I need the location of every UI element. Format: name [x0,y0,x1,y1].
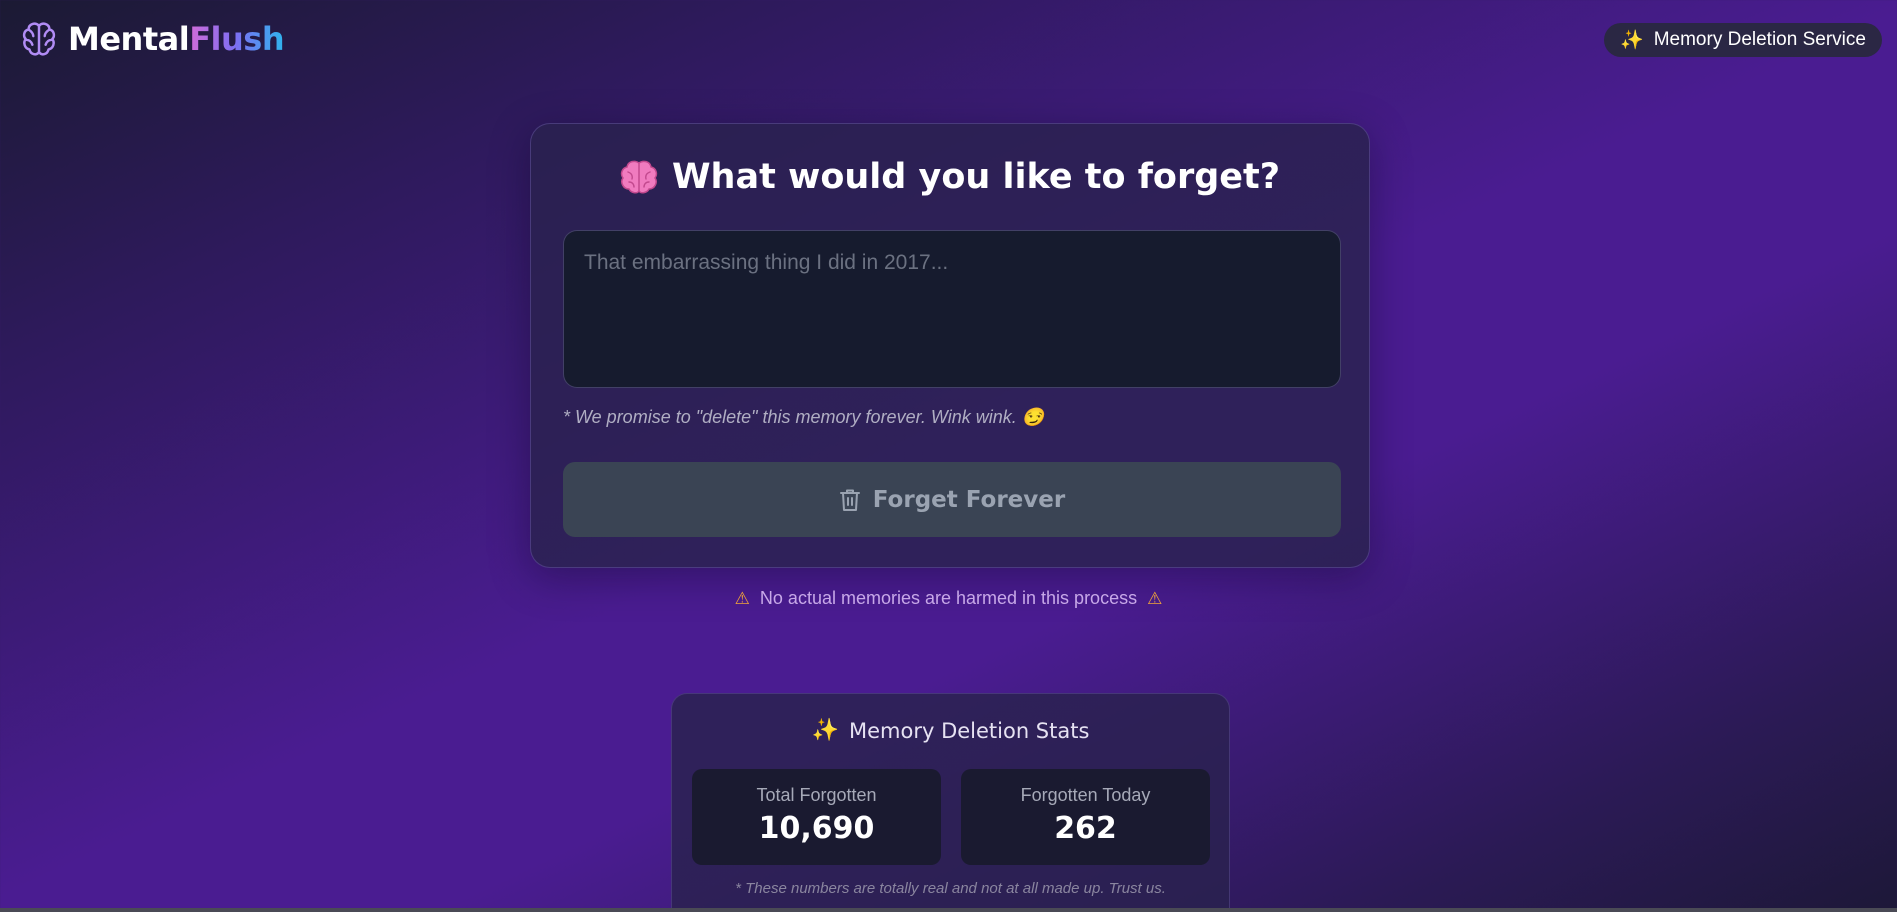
sparkles-icon: ✨ [811,718,839,743]
promise-text: * We promise to "delete" this memory for… [563,407,1045,427]
stat-label: Forgotten Today [1020,785,1151,805]
stat-forgotten-today: Forgotten Today 262 [961,769,1210,865]
brain-outline-icon [20,20,58,58]
disclaimer-text: No actual memories are harmed in this pr… [759,588,1138,608]
warning-icon: ⚠ [734,588,750,608]
logo-text: MentalFlush [68,20,285,58]
memory-input[interactable] [563,230,1341,388]
forget-forever-label: Forget Forever [872,486,1066,513]
disclaimer: ⚠ No actual memories are harmed in this … [0,588,1897,609]
stats-card: ✨ Memory Deletion Stats Total Forgotten … [671,693,1230,912]
trash-icon [839,488,861,512]
stats-title-text: Memory Deletion Stats [848,719,1090,743]
stat-value: 10,690 [758,811,875,846]
stat-total-forgotten: Total Forgotten 10,690 [692,769,941,865]
sparkles-icon: ✨ [1620,29,1644,51]
stat-value: 262 [1054,811,1117,846]
card-title: What would you like to forget? [531,157,1369,197]
card-title-text: What would you like to forget? [671,157,1281,197]
logo[interactable]: MentalFlush [20,20,285,58]
logo-text-flush: Flush [189,20,285,58]
stat-label: Total Forgotten [756,785,877,805]
header: MentalFlush ✨ Memory Deletion Service [0,0,1897,84]
forget-forever-button[interactable]: Forget Forever [563,462,1341,537]
stats-title: ✨ Memory Deletion Stats [672,719,1229,743]
stats-footnote: * These numbers are totally real and not… [735,880,1166,897]
service-badge: ✨ Memory Deletion Service [1604,23,1882,57]
bottom-divider [0,908,1897,912]
logo-text-mental: Mental [68,20,190,58]
brain-emoji-icon [620,160,658,194]
service-badge-label: Memory Deletion Service [1653,29,1866,50]
warning-icon: ⚠ [1147,588,1163,608]
forget-card: What would you like to forget? * We prom… [530,123,1370,568]
